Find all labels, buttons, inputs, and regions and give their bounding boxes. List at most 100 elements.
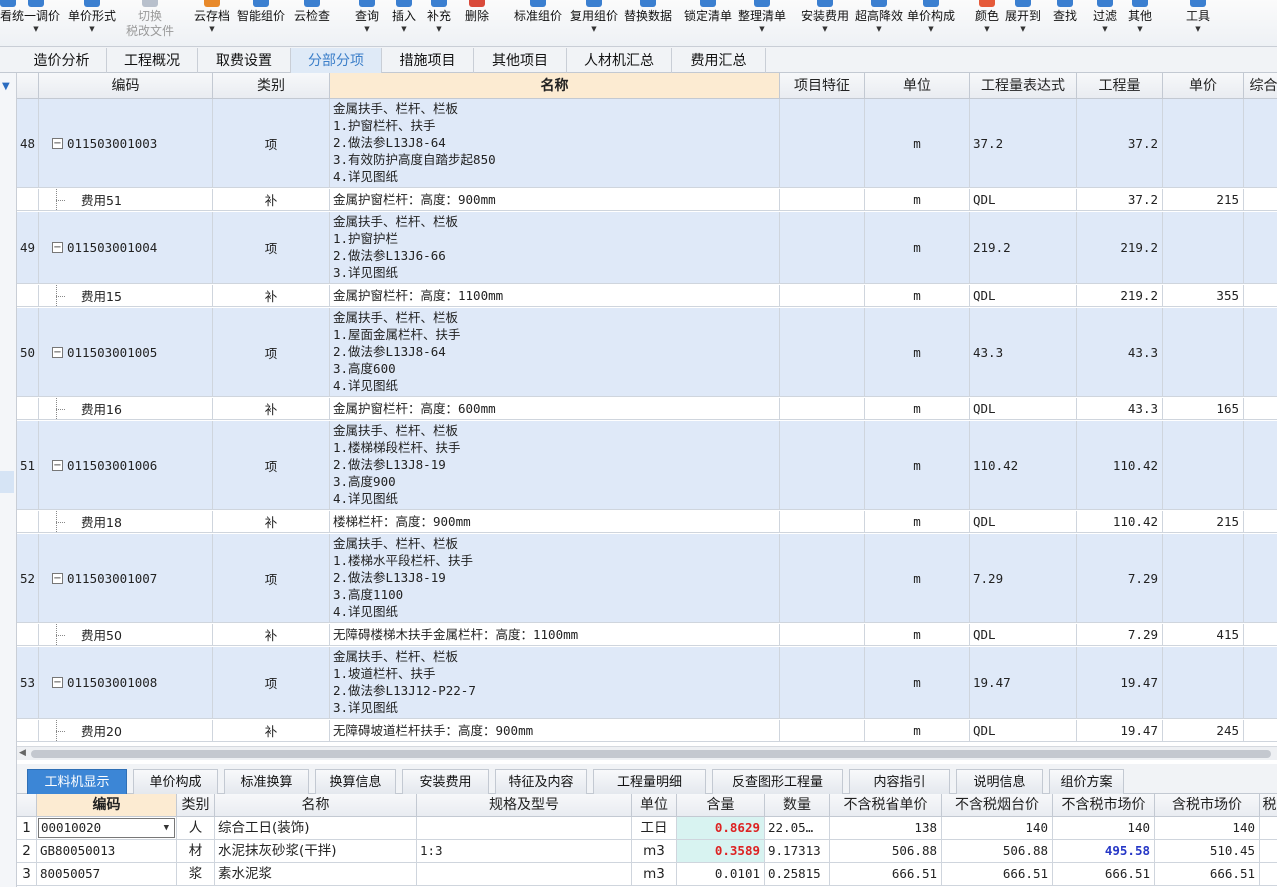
expression-cell[interactable]: QDL [970,511,1077,532]
tab-4[interactable]: 措施项目 [382,48,474,73]
quantity-cell[interactable]: 219.2 [1077,285,1163,306]
column-header-4[interactable]: 项目特征 [780,73,865,99]
toolbar-button-7[interactable]: 查询 ▼ [352,0,382,46]
expression-cell[interactable]: 37.2 [970,99,1077,187]
unit-cell[interactable]: m [865,624,970,645]
resource-name-cell[interactable]: 综合工日(装饰) [215,817,417,839]
bottom-tab-9[interactable]: 说明信息 [956,769,1043,794]
toolbar-button-21[interactable]: 查找 [1050,0,1080,46]
resource-p3-cell[interactable]: 666.51 [1053,863,1155,885]
table-row[interactable]: 48−011503001003 项金属扶手、栏杆、栏板 1.护窗栏杆、扶手 2.做… [17,99,1277,188]
tab-1[interactable]: 工程概况 [107,48,198,73]
code-cell[interactable]: 费用51 [39,189,213,210]
resource-p2-cell[interactable]: 506.88 [942,840,1053,862]
category-cell[interactable]: 补 [213,285,330,306]
dropdown-arrow-icon[interactable]: ▼ [854,24,904,34]
dropdown-arrow-icon[interactable]: ▼ [1180,24,1216,34]
expression-cell[interactable]: 110.42 [970,421,1077,509]
category-cell[interactable]: 补 [213,720,330,741]
chevron-down-icon[interactable]: ▼ [164,819,169,837]
resource-header-9[interactable]: 不含税烟台价 [942,794,1053,817]
unit-cell[interactable]: m [865,99,970,187]
feature-cell[interactable] [780,534,865,622]
toolbar-button-13[interactable]: 替换数据 [622,0,674,46]
column-header-0[interactable] [17,73,39,99]
toolbar-button-9[interactable]: 补充 ▼ [424,0,454,46]
feature-cell[interactable] [780,720,865,741]
bottom-tab-4[interactable]: 安装费用 [402,769,489,794]
resource-p4-cell[interactable]: 510.45 [1155,840,1260,862]
unit-cell[interactable]: m [865,534,970,622]
resource-header-0[interactable] [17,794,37,817]
name-cell[interactable]: 金属扶手、栏杆、栏板 1.楼梯梯段栏杆、扶手 2.做法参L13J8-19 3.高… [330,421,780,509]
category-cell[interactable]: 补 [213,511,330,532]
table-row[interactable]: 费用15 补金属护窗栏杆：高度：1100mm m QDL 219.2 355 [17,285,1277,307]
column-header-1[interactable]: 编码 [39,73,213,99]
toolbar-button-22[interactable]: 过滤 ▼ [1090,0,1120,46]
collapse-toggle-icon[interactable]: − [52,677,63,688]
dropdown-arrow-icon[interactable]: ▼ [388,24,420,34]
bottom-tab-5[interactable]: 特征及内容 [495,769,587,794]
unit-cell[interactable]: m [865,308,970,396]
feature-cell[interactable] [780,99,865,187]
tab-6[interactable]: 人材机汇总 [567,48,672,73]
feature-cell[interactable] [780,285,865,306]
quantity-cell[interactable]: 19.47 [1077,647,1163,718]
resource-spec-cell[interactable] [417,817,632,839]
bottom-tab-10[interactable]: 组价方案 [1049,769,1124,794]
name-cell[interactable]: 金属扶手、栏杆、栏板 1.楼梯水平段栏杆、扶手 2.做法参L13J8-19 3.… [330,534,780,622]
resource-p3-cell[interactable]: 495.58 [1053,840,1155,862]
category-cell[interactable]: 补 [213,189,330,210]
category-cell[interactable]: 补 [213,624,330,645]
composite-cell[interactable] [1244,398,1277,419]
dropdown-arrow-icon[interactable]: ▼ [906,24,956,34]
resource-spec-cell[interactable] [417,863,632,885]
resource-code-cell[interactable]: 80050057 [37,863,177,885]
feature-cell[interactable] [780,647,865,718]
composite-cell[interactable] [1244,189,1277,210]
resource-unit-cell[interactable]: m3 [632,840,677,862]
unit-cell[interactable]: m [865,212,970,283]
name-cell[interactable]: 金属扶手、栏杆、栏板 1.护窗栏杆、扶手 2.做法参L13J8-64 3.有效防… [330,99,780,187]
category-cell[interactable]: 项 [213,534,330,622]
category-cell[interactable]: 项 [213,99,330,187]
bottom-tab-8[interactable]: 内容指引 [849,769,950,794]
dropdown-arrow-icon[interactable]: ▼ [1126,24,1154,34]
toolbar-button-20[interactable]: 展开到 ▼ [1004,0,1042,46]
toolbar-button-16[interactable]: 安装费用 ▼ [800,0,850,46]
dropdown-arrow-icon[interactable]: ▼ [1090,24,1120,34]
composite-cell[interactable] [1244,720,1277,741]
table-row[interactable]: 49−011503001004 项金属扶手、栏杆、栏板 1.护窗护栏 2.做法参L… [17,212,1277,284]
quantity-cell[interactable]: 7.29 [1077,534,1163,622]
price-cell[interactable]: 215 [1163,189,1244,210]
unit-cell[interactable]: m [865,421,970,509]
code-cell[interactable]: −011503001003 [39,99,213,187]
unit-cell[interactable]: m [865,398,970,419]
quantity-cell[interactable]: 37.2 [1077,189,1163,210]
composite-cell[interactable] [1244,212,1277,283]
name-cell[interactable]: 楼梯栏杆：高度：900mm [330,511,780,532]
quantity-cell[interactable]: 43.3 [1077,398,1163,419]
dropdown-arrow-icon[interactable]: ▼ [568,24,620,34]
bottom-tab-1[interactable]: 单价构成 [133,769,218,794]
bottom-tab-7[interactable]: 反查图形工程量 [712,769,843,794]
composite-cell[interactable] [1244,624,1277,645]
resource-header-4[interactable]: 规格及型号 [417,794,632,817]
resource-header-8[interactable]: 不含税省单价 [830,794,942,817]
name-cell[interactable]: 金属护窗栏杆：高度：600mm [330,398,780,419]
quantity-cell[interactable]: 7.29 [1077,624,1163,645]
code-cell[interactable]: 费用15 [39,285,213,306]
table-row[interactable]: 费用50 补无障碍楼梯木扶手金属栏杆：高度：1100mm m QDL 7.29 415 [17,624,1277,646]
code-cell[interactable]: −011503001006 [39,421,213,509]
quantity-cell[interactable]: 19.47 [1077,720,1163,741]
expression-cell[interactable]: 7.29 [970,534,1077,622]
dropdown-arrow-icon[interactable]: ▼ [1004,24,1042,34]
toolbar-button-14[interactable]: 锁定清单 [682,0,734,46]
column-header-2[interactable]: 类别 [213,73,330,99]
price-cell[interactable]: 415 [1163,624,1244,645]
price-cell[interactable]: 215 [1163,511,1244,532]
resource-header-12[interactable]: 税 [1260,794,1277,817]
resource-cat-cell[interactable]: 浆 [177,863,215,885]
code-edit-input[interactable]: 00010020 ▼ [38,818,175,838]
scroll-left-icon[interactable]: ◀ [19,748,26,758]
